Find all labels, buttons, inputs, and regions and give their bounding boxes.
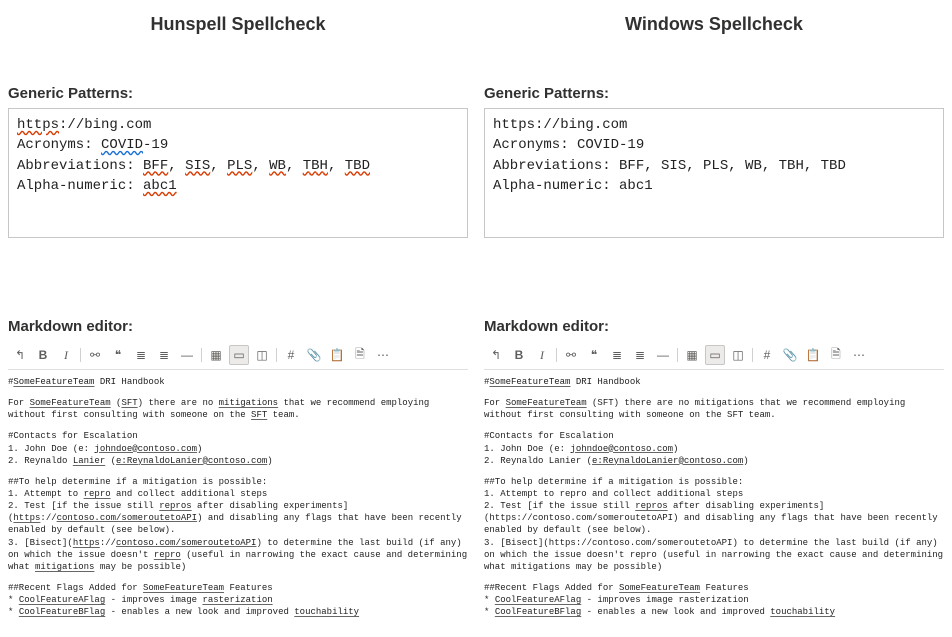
view-mode-button[interactable]: ▭ [229, 345, 249, 365]
attachment-button[interactable]: 📎 [780, 345, 800, 365]
bold-button[interactable]: B [509, 345, 529, 365]
toolbar-separator [752, 348, 753, 362]
unordered-list-button[interactable]: ≣ [131, 345, 151, 365]
link-button[interactable]: ⚯ [85, 345, 105, 365]
generic-patterns-label: Generic Patterns: [8, 85, 468, 102]
hunspell-column: Hunspell Spellcheck Generic Patterns: ht… [8, 10, 468, 627]
patterns-textarea[interactable]: https://bing.com Acronyms: COVID-19 Abbr… [8, 108, 468, 238]
more-button[interactable]: ⋯ [373, 345, 393, 365]
hash-button[interactable]: # [281, 345, 301, 365]
md-textarea[interactable]: #SomeFeatureTeam DRI Handbook For SomeFe… [8, 376, 468, 618]
paste-button[interactable]: 📋 [327, 345, 347, 365]
url-protocol-text: https [17, 117, 59, 133]
md-toolbar: ↰ B I ⚯ ❝ ≣ ≣ — ▦ ▭ ◫ # 📎 📋 🗎 ⋯ [8, 341, 468, 370]
patterns-line-alnum: Alpha-numeric: abc1 [17, 176, 459, 196]
quote-button[interactable]: ❝ [584, 345, 604, 365]
toolbar-separator [677, 348, 678, 362]
md-toolbar: ↰ B I ⚯ ❝ ≣ ≣ — ▦ ▭ ◫ # 📎 📋 🗎 ⋯ [484, 341, 944, 370]
hr-button[interactable]: — [653, 345, 673, 365]
patterns-line-acronyms: Acronyms: COVID-19 [17, 135, 459, 155]
toolbar-separator [556, 348, 557, 362]
view-mode-button[interactable]: ▭ [705, 345, 725, 365]
paste-button[interactable]: 📋 [803, 345, 823, 365]
attachment-button[interactable]: 📎 [304, 345, 324, 365]
patterns-line-alnum: Alpha-numeric: abc1 [493, 176, 935, 196]
save-button[interactable]: 🗎 [350, 345, 370, 365]
save-button[interactable]: 🗎 [826, 345, 846, 365]
undo-button[interactable]: ↰ [10, 345, 30, 365]
patterns-textarea[interactable]: https://bing.com Acronyms: COVID-19 Abbr… [484, 108, 944, 238]
table-button[interactable]: ▦ [206, 345, 226, 365]
patterns-line-acronyms: Acronyms: COVID-19 [493, 135, 935, 155]
toolbar-separator [80, 348, 81, 362]
table-button[interactable]: ▦ [682, 345, 702, 365]
md-textarea[interactable]: #SomeFeatureTeam DRI Handbook For SomeFe… [484, 376, 944, 618]
hash-button[interactable]: # [757, 345, 777, 365]
generic-patterns-label: Generic Patterns: [484, 85, 944, 102]
patterns-line-url: https://bing.com [17, 115, 459, 135]
toolbar-separator [201, 348, 202, 362]
quote-button[interactable]: ❝ [108, 345, 128, 365]
split-view-button[interactable]: ◫ [252, 345, 272, 365]
patterns-line-abbr: Abbreviations: BFF, SIS, PLS, WB, TBH, T… [493, 156, 935, 176]
unordered-list-button[interactable]: ≣ [607, 345, 627, 365]
italic-button[interactable]: I [532, 345, 552, 365]
acronym-value: COVID [101, 137, 143, 153]
alnum-value: abc1 [143, 178, 177, 194]
more-button[interactable]: ⋯ [849, 345, 869, 365]
markdown-editor-label: Markdown editor: [484, 318, 944, 335]
windows-title: Windows Spellcheck [484, 14, 944, 35]
hunspell-title: Hunspell Spellcheck [8, 14, 468, 35]
bold-button[interactable]: B [33, 345, 53, 365]
undo-button[interactable]: ↰ [486, 345, 506, 365]
ordered-list-button[interactable]: ≣ [154, 345, 174, 365]
italic-button[interactable]: I [56, 345, 76, 365]
markdown-editor-label: Markdown editor: [8, 318, 468, 335]
ordered-list-button[interactable]: ≣ [630, 345, 650, 365]
toolbar-separator [276, 348, 277, 362]
windows-column: Windows Spellcheck Generic Patterns: htt… [484, 10, 944, 627]
url-rest-text: ://bing.com [59, 117, 151, 133]
split-view-button[interactable]: ◫ [728, 345, 748, 365]
link-button[interactable]: ⚯ [561, 345, 581, 365]
hr-button[interactable]: — [177, 345, 197, 365]
patterns-line-abbr: Abbreviations: BFF, SIS, PLS, WB, TBH, T… [17, 156, 459, 176]
patterns-line-url: https://bing.com [493, 115, 935, 135]
